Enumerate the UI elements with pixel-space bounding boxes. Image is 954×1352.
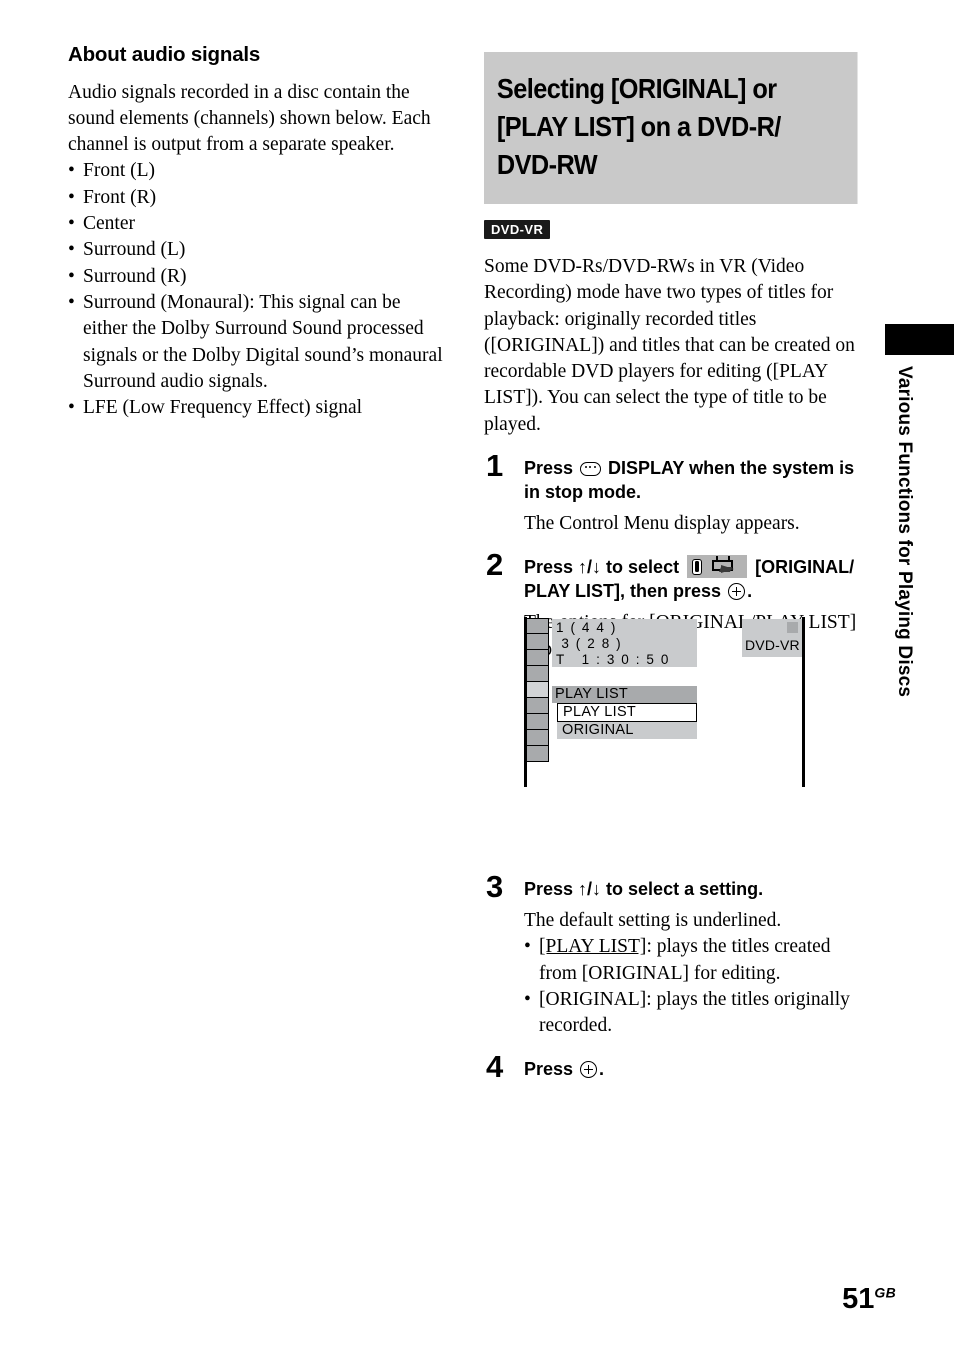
osd-icon-cell-active — [526, 682, 549, 698]
step-heading: Press ↑/↓ to select [ORIGINAL/ PLAY LIST… — [524, 555, 858, 603]
step-number: 3 — [486, 868, 504, 904]
list-item: Surround (R) — [68, 264, 448, 291]
right-column: Selecting [ORIGINAL] or [PLAY LIST] on a… — [484, 52, 858, 1082]
list-item: Surround (Monaural): This signal can be … — [68, 290, 448, 395]
audio-channel-list: Front (L) Front (R) Center Surround (L) … — [68, 158, 448, 421]
display-button-icon — [580, 462, 602, 477]
step-heading-text-before: Press — [524, 1059, 579, 1080]
page-number-value: 51 — [842, 1283, 875, 1315]
step-number: 2 — [486, 547, 504, 583]
step-heading-text-before: Press — [524, 458, 579, 479]
osd-icon-column — [526, 618, 549, 762]
page-number-suffix: GB — [874, 1284, 896, 1301]
osd-disc-square-icon — [787, 622, 798, 633]
setting-options-list: [PLAY LIST]: plays the titles created fr… — [524, 934, 858, 1039]
osd-icon-cell — [526, 698, 549, 714]
list-item: LFE (Low Frequency Effect) signal — [68, 395, 448, 422]
step-body-text: The Control Menu display appears. — [524, 513, 800, 535]
step-body-text: The default setting is underlined. — [524, 909, 782, 931]
section-title: Selecting [ORIGINAL] or [PLAY LIST] on a… — [484, 52, 858, 204]
osd-info-line: 3 ( 2 8 ) — [556, 636, 623, 651]
step-heading: Press . — [524, 1057, 858, 1081]
osd-option[interactable]: ORIGINAL — [557, 722, 697, 739]
osd-info-line: T 1 : 3 0 : 5 0 — [556, 652, 671, 667]
audio-signals-intro-text: Audio signals recorded in a disc contain… — [68, 81, 431, 156]
osd-icon-cell — [526, 714, 549, 730]
list-item: Front (L) — [68, 158, 448, 185]
page-subheading: About audio signals — [68, 43, 261, 66]
step-4: 4 Press . — [484, 1051, 858, 1082]
osd-icon-cell — [526, 618, 549, 634]
enter-button-icon — [580, 1061, 598, 1079]
osd-current-setting: PLAY LIST — [552, 686, 697, 703]
setting-option-name: [PLAY LIST] — [539, 936, 647, 958]
list-item: [PLAY LIST]: plays the titles created fr… — [524, 934, 858, 987]
disc-type-badge: DVD-VR — [484, 220, 551, 239]
osd-info-line: 1 ( 4 4 ) — [556, 620, 617, 635]
osd-playback-info: 1 ( 4 4 ) 3 ( 2 8 ) T 1 : 3 0 : 5 0 — [552, 619, 697, 667]
step-heading-text-after: . — [599, 1059, 605, 1080]
osd-icon-cell — [526, 746, 549, 762]
osd-icon-cell — [526, 650, 549, 666]
step-heading: Press ↑/↓ to select a setting. — [524, 878, 764, 899]
osd-disc-type-label: DVD-VR — [745, 637, 800, 653]
step-number: 4 — [486, 1049, 504, 1085]
step-1: 1 Press DISPLAY when the system is in st… — [484, 450, 858, 537]
page-number: 51GB — [842, 1285, 896, 1314]
list-item: Front (R) — [68, 185, 448, 212]
enter-button-icon — [728, 583, 746, 601]
section-intro-text: Some DVD-Rs/DVD-RWs in VR (Video Recordi… — [484, 256, 855, 435]
sidebar-chapter-title: Various Functions for Playing Discs — [894, 366, 915, 698]
control-menu-display-figure: 1 ( 4 4 ) 3 ( 2 8 ) T 1 : 3 0 : 5 0 DVD-V… — [524, 617, 805, 787]
sidebar-chapter-tab-block — [885, 324, 954, 355]
step-number: 1 — [486, 448, 504, 484]
list-item: [ORIGINAL]: plays the titles originally … — [524, 987, 858, 1040]
osd-option-selected[interactable]: PLAY LIST — [557, 703, 697, 722]
osd-icon-cell — [526, 730, 549, 746]
original-playlist-icon — [687, 555, 748, 579]
osd-frame-right-edge — [802, 617, 805, 787]
step-heading: Press DISPLAY when the system is in stop… — [524, 456, 858, 504]
step-3: 3 Press ↑/↓ to select a setting. The def… — [484, 871, 858, 1039]
osd-disc-type-panel: DVD-VR — [742, 619, 802, 657]
disc-badge-row: DVD-VR — [484, 220, 858, 240]
left-column: About audio signals Audio signals record… — [68, 43, 448, 421]
list-item: Center — [68, 211, 448, 238]
setting-option-name: [ORIGINAL] — [539, 988, 647, 1010]
step-heading-text-part1: Press ↑/↓ to select — [524, 557, 685, 578]
list-item: Surround (L) — [68, 237, 448, 264]
osd-icon-cell — [526, 666, 549, 682]
osd-icon-cell — [526, 634, 549, 650]
step-heading-text-part3: . — [747, 581, 753, 602]
osd-options-list: PLAY LIST ORIGINAL — [557, 703, 697, 739]
